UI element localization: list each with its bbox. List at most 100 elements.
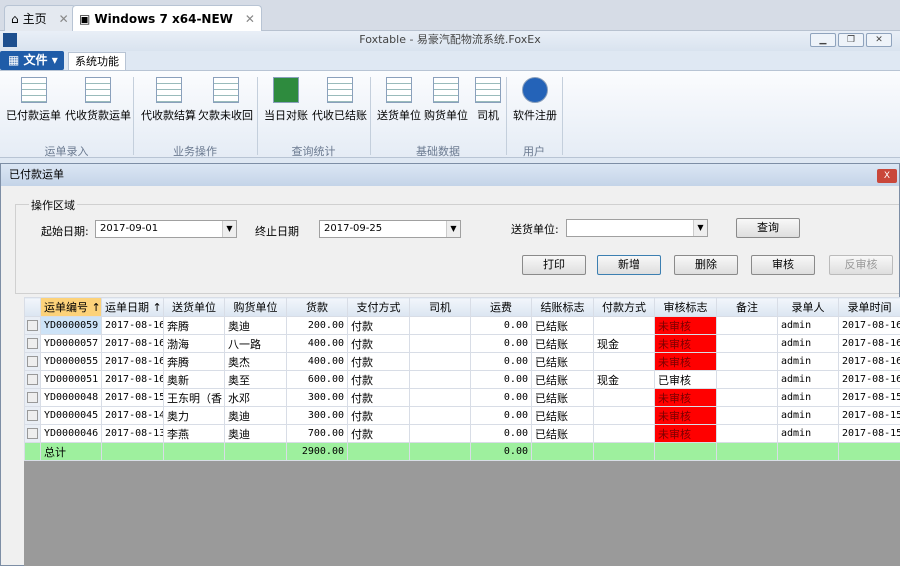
row-checkbox[interactable]: [24, 370, 41, 389]
table-cell[interactable]: 0.00: [470, 388, 532, 407]
table-cell[interactable]: 奥迪: [224, 406, 287, 425]
column-header[interactable]: 支付方式: [347, 297, 410, 317]
table-cell[interactable]: YD0000045: [40, 406, 102, 425]
table-cell[interactable]: 奥迪: [224, 316, 287, 335]
table-cell[interactable]: [409, 388, 471, 407]
table-row[interactable]: YD0000055 2017-08-16 奔腾 奥杰 400.00 付款 0.00 已结账 未审…: [24, 352, 900, 371]
table-cell[interactable]: 400.00: [286, 352, 348, 371]
column-header[interactable]: 录单人: [777, 297, 839, 317]
table-cell[interactable]: 现金: [593, 370, 655, 389]
table-cell[interactable]: [716, 370, 778, 389]
table-cell[interactable]: 2017-08-16: [101, 316, 164, 335]
table-cell[interactable]: 0.00: [470, 370, 532, 389]
table-cell[interactable]: 2017-08-16: [101, 334, 164, 353]
table-cell[interactable]: 0.00: [470, 424, 532, 443]
audit-button[interactable]: 审核: [751, 255, 815, 275]
table-cell[interactable]: [593, 388, 655, 407]
child-close-button[interactable]: X: [877, 169, 897, 183]
table-cell[interactable]: 未审核: [654, 334, 717, 353]
table-cell[interactable]: 渤海: [163, 334, 225, 353]
column-header[interactable]: 审核标志: [654, 297, 717, 317]
table-cell[interactable]: 奥迪: [224, 424, 287, 443]
checkbox[interactable]: [27, 410, 38, 421]
column-header[interactable]: 购货单位: [224, 297, 287, 317]
table-cell[interactable]: 已结账: [531, 424, 594, 443]
table-cell[interactable]: 200.00: [286, 316, 348, 335]
table-cell[interactable]: [593, 406, 655, 425]
cod-settle-button[interactable]: 代收款结算: [141, 77, 196, 123]
table-cell[interactable]: 付款: [347, 352, 410, 371]
chevron-down-icon[interactable]: ▼: [693, 220, 707, 236]
table-row[interactable]: YD0000048 2017-08-15 王东明（香 水邓 300.00 付款 0.00 已结…: [24, 388, 900, 407]
driver-button[interactable]: 司机: [475, 77, 501, 123]
sender-button[interactable]: 送货单位: [377, 77, 421, 123]
table-cell[interactable]: [716, 352, 778, 371]
table-cell[interactable]: 2017-08-13: [101, 424, 164, 443]
table-cell[interactable]: 已审核: [654, 370, 717, 389]
table-cell[interactable]: 2017-08-15: [101, 388, 164, 407]
table-cell[interactable]: YD0000055: [40, 352, 102, 371]
table-cell[interactable]: [593, 424, 655, 443]
table-cell[interactable]: admin: [777, 424, 839, 443]
table-cell[interactable]: 2017-08-15: [838, 424, 900, 443]
table-cell[interactable]: 未审核: [654, 424, 717, 443]
table-cell[interactable]: YD0000059: [40, 316, 102, 335]
column-header[interactable]: 司机: [409, 297, 471, 317]
table-cell[interactable]: 400.00: [286, 334, 348, 353]
unaudit-button[interactable]: 反审核: [829, 255, 893, 275]
buyer-button[interactable]: 购货单位: [424, 77, 468, 123]
column-header[interactable]: 备注: [716, 297, 778, 317]
checkbox[interactable]: [27, 428, 38, 439]
table-cell[interactable]: [593, 316, 655, 335]
close-icon[interactable]: ✕: [59, 12, 69, 26]
column-header[interactable]: 结账标志: [531, 297, 594, 317]
table-cell[interactable]: 未审核: [654, 406, 717, 425]
daily-reconcile-button[interactable]: 当日对账: [264, 77, 308, 123]
close-button[interactable]: ✕: [866, 33, 892, 47]
table-cell[interactable]: 李燕: [163, 424, 225, 443]
table-cell[interactable]: admin: [777, 352, 839, 371]
table-cell[interactable]: 付款: [347, 424, 410, 443]
table-cell[interactable]: 已结账: [531, 388, 594, 407]
table-cell[interactable]: 0.00: [470, 406, 532, 425]
ribbon-tab-system[interactable]: 系统功能: [68, 52, 126, 71]
table-cell[interactable]: 奥新: [163, 370, 225, 389]
table-cell[interactable]: admin: [777, 334, 839, 353]
checkbox[interactable]: [27, 356, 38, 367]
table-row[interactable]: YD0000051 2017-08-16 奥新 奥至 600.00 付款 0.00 已结账 现金…: [24, 370, 900, 389]
chevron-down-icon[interactable]: ▼: [222, 221, 236, 237]
column-header[interactable]: 录单时间: [838, 297, 900, 317]
paid-waybill-button[interactable]: 已付款运单: [6, 77, 61, 123]
table-cell[interactable]: admin: [777, 406, 839, 425]
file-menu-button[interactable]: ▦ 文件 ▾: [0, 51, 64, 70]
print-button[interactable]: 打印: [522, 255, 586, 275]
column-header[interactable]: 运单日期 ↑: [101, 297, 164, 317]
table-cell[interactable]: [409, 424, 471, 443]
column-header[interactable]: 运费: [470, 297, 532, 317]
table-row[interactable]: YD0000057 2017-08-16 渤海 八一路 400.00 付款 0.00 已结账现…: [24, 334, 900, 353]
table-cell[interactable]: 已结账: [531, 352, 594, 371]
table-cell[interactable]: 2017-08-16: [838, 334, 900, 353]
table-cell[interactable]: 已结账: [531, 370, 594, 389]
row-checkbox[interactable]: [24, 388, 41, 407]
table-cell[interactable]: [716, 388, 778, 407]
restore-button[interactable]: ❐: [838, 33, 864, 47]
table-cell[interactable]: [716, 334, 778, 353]
table-cell[interactable]: 付款: [347, 334, 410, 353]
query-button[interactable]: 查询: [736, 218, 800, 238]
column-header[interactable]: 货款: [286, 297, 348, 317]
table-cell[interactable]: 2017-08-16: [101, 370, 164, 389]
table-cell[interactable]: 2017-08-14: [101, 406, 164, 425]
table-cell[interactable]: 奥杰: [224, 352, 287, 371]
checkbox[interactable]: [27, 392, 38, 403]
tab-vm[interactable]: ▣ Windows 7 x64-NEW ✕: [72, 5, 262, 31]
tab-home[interactable]: ⌂ 主页 ✕: [4, 5, 76, 31]
table-cell[interactable]: 未审核: [654, 316, 717, 335]
table-cell[interactable]: 2017-08-15: [838, 388, 900, 407]
chevron-down-icon[interactable]: ▼: [446, 221, 460, 237]
row-checkbox[interactable]: [24, 316, 41, 335]
table-cell[interactable]: 奔腾: [163, 316, 225, 335]
table-cell[interactable]: YD0000048: [40, 388, 102, 407]
table-cell[interactable]: [409, 316, 471, 335]
table-cell[interactable]: 2017-08-16: [838, 316, 900, 335]
